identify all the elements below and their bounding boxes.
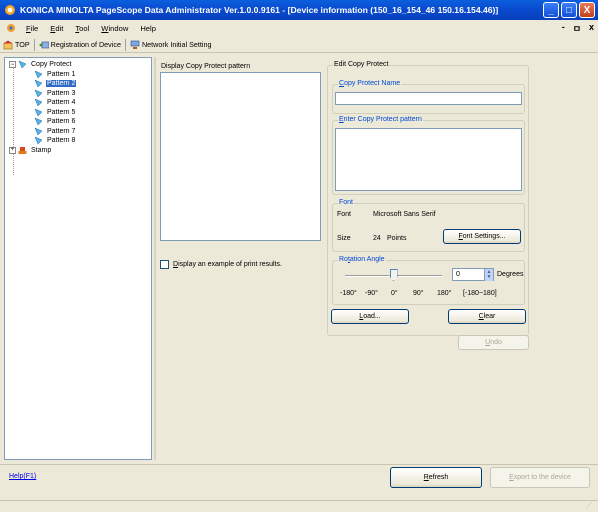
close-button[interactable]: X <box>579 2 595 18</box>
copy-protect-name-input[interactable] <box>335 92 522 105</box>
title-bar: KONICA MINOLTA PageScope Data Administra… <box>0 0 598 20</box>
display-example-checkbox[interactable] <box>160 260 169 269</box>
device-register-icon <box>38 41 49 48</box>
window-title: KONICA MINOLTA PageScope Data Administra… <box>20 5 499 15</box>
pattern-icon <box>34 98 43 107</box>
undo-button[interactable]: Undo <box>458 335 529 350</box>
top-button[interactable]: TOP <box>0 40 33 50</box>
maximize-button[interactable]: □ <box>561 2 577 18</box>
toolbar-separator <box>124 38 126 51</box>
scale-0: 0° <box>391 290 398 297</box>
minimize-button[interactable]: _ <box>543 2 559 18</box>
menu-help[interactable]: Help <box>134 24 162 33</box>
size-unit: Points <box>387 235 407 242</box>
tree-node-copy-protect[interactable]: − Copy Protect <box>9 60 151 70</box>
toolbar: TOP Registration of Device Network Initi… <box>0 37 598 53</box>
network-setting-button[interactable]: Network Initial Setting <box>127 40 215 50</box>
copy-protect-name-label: Copy Protect Name <box>338 80 402 87</box>
menu-window[interactable]: Window <box>95 24 134 33</box>
degrees-label: Degrees <box>497 271 524 278</box>
tree-node-pattern[interactable]: Pattern 4 <box>9 98 151 108</box>
font-settings-button[interactable]: Font Settings... <box>443 229 521 244</box>
stamp-icon <box>18 146 27 154</box>
size-value: 24 <box>373 235 381 242</box>
tree-node-stamp[interactable]: + Stamp <box>9 146 151 156</box>
registration-button[interactable]: Registration of Device <box>36 40 124 50</box>
pattern-icon <box>34 79 43 88</box>
footer-bar: Help(F1) Refresh Export to the device <box>0 464 598 490</box>
tree-node-pattern[interactable]: Pattern 5 <box>9 108 151 118</box>
tree-node-pattern-selected[interactable]: Pattern 2 <box>9 79 151 89</box>
scale-90: 90° <box>413 290 424 297</box>
mdi-restore-button[interactable]: ㅁ <box>573 22 581 35</box>
pattern-icon <box>34 127 43 136</box>
tree-node-pattern[interactable]: Pattern 6 <box>9 117 151 127</box>
mdi-minimize-button[interactable]: - <box>562 22 565 35</box>
export-to-device-button[interactable]: Export to the device <box>490 467 590 488</box>
display-example-label: Display an example of print results. <box>173 261 282 268</box>
refresh-button[interactable]: Refresh <box>390 467 482 488</box>
expand-toggle[interactable]: + <box>9 146 16 154</box>
pattern-preview-box <box>160 72 321 241</box>
tree-node-pattern[interactable]: Pattern 8 <box>9 136 151 146</box>
toolbar-separator <box>33 38 35 51</box>
font-value: Microsoft Sans Serif <box>373 211 436 218</box>
tree-node-pattern[interactable]: Pattern 1 <box>9 70 151 80</box>
network-icon <box>130 40 140 49</box>
angle-spinbox[interactable]: 0 ▲ ▼ <box>452 268 494 281</box>
copy-protect-pattern-textarea[interactable] <box>335 128 522 191</box>
panel-splitter[interactable] <box>154 57 156 460</box>
copy-protect-icon <box>18 60 27 69</box>
display-pattern-caption: Display Copy Protect pattern <box>161 63 251 70</box>
font-label: Font <box>337 211 352 218</box>
scale-minus-90: -90° <box>365 290 378 297</box>
range-label: [-180~180] <box>463 290 497 297</box>
rotation-angle-label: Rotation Angle <box>338 256 386 263</box>
collapse-toggle[interactable]: − <box>9 61 16 69</box>
display-example-checkbox-row[interactable]: Display an example of print results. <box>160 260 282 269</box>
help-link[interactable]: Help(F1) <box>9 473 36 480</box>
pattern-icon <box>34 70 43 79</box>
edit-copy-protect-panel: Edit Copy Protect Copy Protect Name Ente… <box>327 61 529 336</box>
tree-node-pattern[interactable]: Pattern 3 <box>9 89 151 99</box>
load-button[interactable]: Load... <box>331 309 409 324</box>
tree-node-pattern[interactable]: Pattern 7 <box>9 127 151 137</box>
menu-bar: File Edit Tool Window Help - ㅁ x <box>0 20 598 36</box>
size-label: Size <box>337 235 351 242</box>
pattern-icon <box>34 108 43 117</box>
clear-button[interactable]: Clear <box>448 309 526 324</box>
status-bar: ⋰ <box>0 500 598 512</box>
scale-180: 180° <box>437 290 452 297</box>
resize-grip-icon[interactable]: ⋰ <box>586 502 596 511</box>
menu-edit[interactable]: Edit <box>44 24 69 33</box>
document-icon <box>7 24 15 32</box>
menu-tool[interactable]: Tool <box>69 24 95 33</box>
pattern-icon <box>34 89 43 98</box>
rotation-angle-group: Rotation Angle <box>332 256 525 305</box>
app-icon <box>5 5 15 15</box>
copy-protect-pattern-label: Enter Copy Protect pattern <box>338 116 423 123</box>
mdi-close-button[interactable]: x <box>589 22 594 35</box>
home-icon <box>3 40 13 49</box>
tree-view[interactable]: − Copy Protect Pattern 1 Pattern 2 Patte… <box>4 57 152 460</box>
spin-arrows-icon[interactable]: ▲ ▼ <box>484 269 493 281</box>
menu-file[interactable]: File <box>20 24 44 33</box>
pattern-icon <box>34 117 43 126</box>
scale-minus-180: -180° <box>340 290 357 297</box>
pattern-icon <box>34 136 43 145</box>
